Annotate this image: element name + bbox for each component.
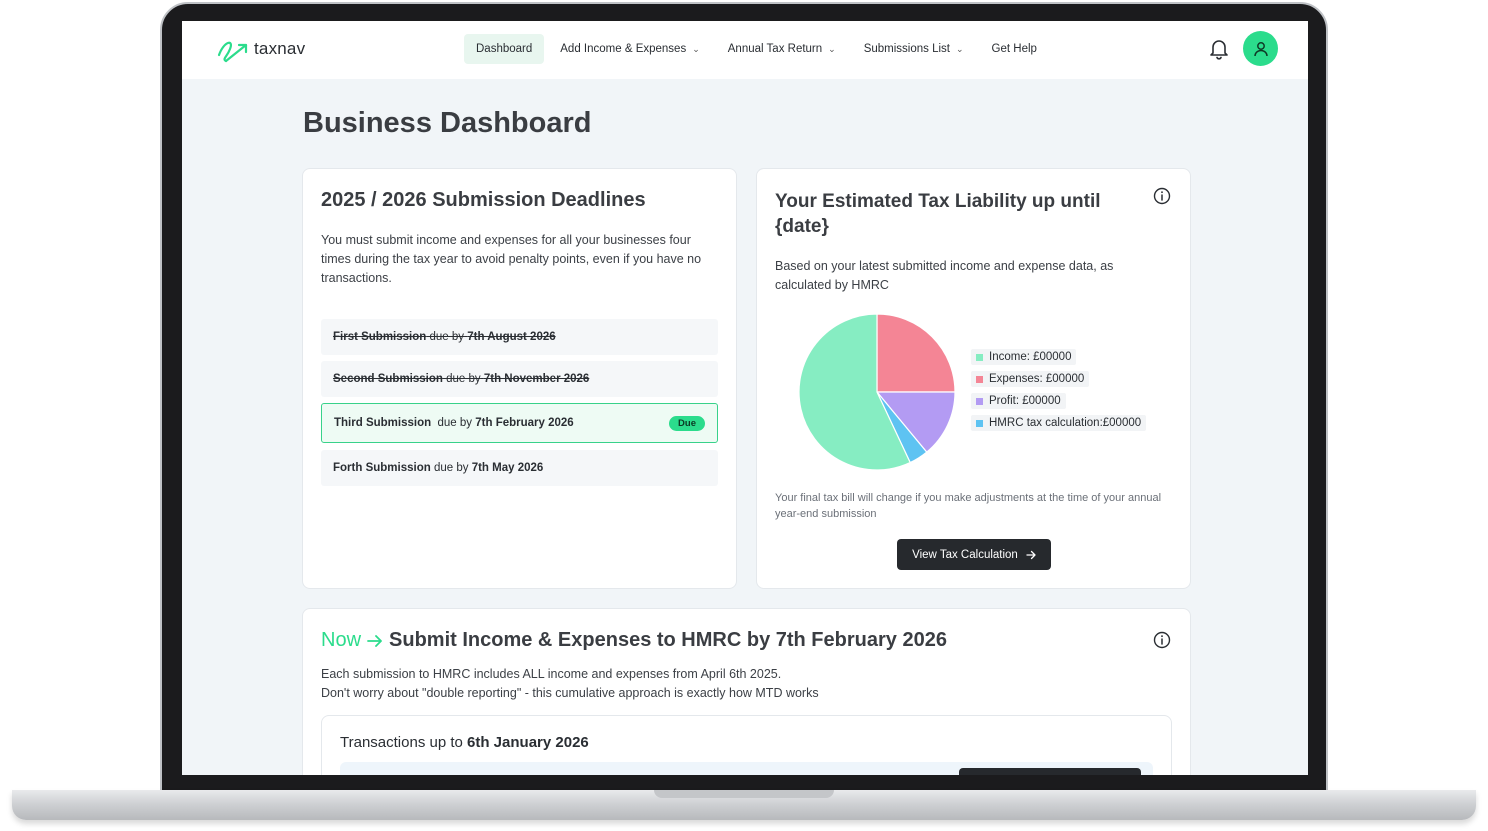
nav-annual-tax-return-label: Annual Tax Return	[727, 43, 823, 55]
tax-liability-description: Based on your latest submitted income an…	[775, 259, 1114, 292]
transactions-title: Transactions up to 6th January 2026	[340, 734, 589, 751]
legend-item-income: Income: £00000	[971, 349, 1077, 365]
deadlines-title: 2025 / 2026 Submission Deadlines	[321, 189, 646, 211]
legend-label: Profit: £00000	[989, 395, 1061, 407]
submission-row-fourth[interactable]: Forth Submission due by 7th May 2026	[321, 450, 718, 486]
pie-legend: Income: £00000 Expenses: £00000 Profit: …	[971, 349, 1147, 437]
deadlines-card: 2025 / 2026 Submission Deadlines You mus…	[302, 168, 737, 589]
bell-icon[interactable]	[1209, 38, 1229, 60]
legend-swatch	[976, 375, 983, 383]
submission-due-by: due by	[429, 331, 465, 343]
chevron-down-icon: ⌄	[828, 43, 836, 54]
view-tax-calculation-label: View Tax Calculation	[912, 548, 1018, 561]
submission-name: Third Submission	[334, 417, 432, 429]
transactions-date: 6th January 2026	[467, 734, 589, 751]
tax-liability-card: Your Estimated Tax Liability up until {d…	[756, 168, 1191, 589]
submission-date: 7th February 2026	[475, 417, 574, 429]
laptop-notch	[654, 790, 834, 798]
submission-date: 7th August 2026	[467, 331, 556, 343]
app-screen: taxnav Dashboard Add Income & Expenses ⌄ …	[182, 21, 1308, 775]
top-navigation: taxnav Dashboard Add Income & Expenses ⌄ …	[182, 21, 1308, 79]
submission-row-first[interactable]: First Submission due by 7th August 2026	[321, 319, 718, 355]
legend-label: HMRC tax calculation:£00000	[989, 417, 1142, 429]
nav-submissions-list[interactable]: Submissions List ⌄	[852, 34, 976, 64]
nav-get-help[interactable]: Get Help	[980, 34, 1049, 64]
submission-name: Forth Submission	[333, 462, 431, 474]
submission-due-by: due by	[433, 462, 469, 474]
submission-text: Forth Submission due by 7th May 2026	[333, 462, 543, 474]
transactions-bar	[340, 762, 1153, 775]
view-tax-calculation-button[interactable]: View Tax Calculation	[897, 539, 1051, 570]
legend-swatch	[976, 397, 983, 405]
legend-label: Expenses: £00000	[989, 373, 1085, 385]
laptop-base	[12, 790, 1476, 820]
nav-get-help-label: Get Help	[991, 43, 1037, 55]
pie-slice-expenses	[876, 313, 956, 393]
submit-line-1: Each submission to HMRC includes ALL inc…	[321, 667, 782, 681]
submission-text: Third Submission due by 7th February 202…	[334, 417, 574, 429]
submission-name: Second Submission	[333, 373, 443, 385]
submission-row-third[interactable]: Third Submission due by 7th February 202…	[321, 403, 718, 443]
submit-card: Now Submit Income & Expenses to HMRC by …	[302, 608, 1191, 775]
legend-swatch	[976, 353, 983, 361]
logo-icon	[217, 41, 248, 63]
submission-due-by: due by	[446, 373, 481, 385]
submit-line-2: Don't worry about "double reporting" - t…	[321, 686, 819, 700]
submit-title: Now Submit Income & Expenses to HMRC by …	[321, 629, 947, 652]
transactions-card: Transactions up to 6th January 2026	[321, 715, 1172, 775]
submit-description: Each submission to HMRC includes ALL inc…	[321, 665, 819, 703]
legend-swatch	[976, 419, 983, 427]
submission-due-by: due by	[437, 417, 473, 429]
due-badge: Due	[669, 416, 705, 431]
brand-name: taxnav	[254, 39, 306, 58]
nav-submissions-list-label: Submissions List	[863, 43, 950, 55]
deadlines-description: You must submit income and expenses for …	[321, 233, 702, 285]
now-label: Now	[321, 629, 362, 651]
submission-text: Second Submission due by 7th November 20…	[333, 373, 589, 385]
tax-pie-chart	[798, 313, 956, 471]
nav-dashboard-label: Dashboard	[476, 43, 533, 55]
chevron-down-icon: ⌄	[956, 43, 964, 54]
transactions-prefix: Transactions up to	[340, 734, 463, 751]
transactions-action-button[interactable]	[959, 768, 1141, 775]
arrow-right-icon	[1026, 550, 1036, 559]
info-icon[interactable]	[1153, 631, 1171, 649]
info-icon[interactable]	[1153, 187, 1171, 205]
submission-name: First Submission	[333, 331, 427, 343]
user-icon	[1253, 41, 1268, 56]
arrow-right-icon	[367, 634, 382, 647]
legend-item-profit: Profit: £00000	[971, 393, 1066, 409]
chevron-down-icon: ⌄	[692, 43, 700, 54]
tax-liability-title: Your Estimated Tax Liability up until {d…	[775, 191, 1101, 237]
tax-note: Your final tax bill will change if you m…	[775, 492, 1162, 520]
legend-item-hmrc-tax: HMRC tax calculation:£00000	[971, 415, 1147, 431]
submission-text: First Submission due by 7th August 2026	[333, 331, 556, 343]
nav-add-income-expenses-label: Add Income & Expenses	[560, 43, 687, 55]
page-title: Business Dashboard	[303, 107, 592, 139]
nav-dashboard[interactable]: Dashboard	[464, 34, 545, 64]
submit-title-text: Submit Income & Expenses to HMRC by 7th …	[389, 629, 947, 651]
submission-row-second[interactable]: Second Submission due by 7th November 20…	[321, 361, 718, 397]
nav-menu: Dashboard Add Income & Expenses ⌄ Annual …	[464, 34, 1053, 64]
user-avatar[interactable]	[1243, 31, 1278, 66]
submission-date: 7th November 2026	[483, 373, 590, 385]
legend-item-expenses: Expenses: £00000	[971, 371, 1090, 387]
nav-annual-tax-return[interactable]: Annual Tax Return ⌄	[716, 34, 848, 64]
legend-label: Income: £00000	[989, 351, 1072, 363]
brand-logo[interactable]: taxnav	[216, 35, 305, 63]
submission-date: 7th May 2026	[471, 462, 544, 474]
nav-add-income-expenses[interactable]: Add Income & Expenses ⌄	[548, 34, 711, 64]
